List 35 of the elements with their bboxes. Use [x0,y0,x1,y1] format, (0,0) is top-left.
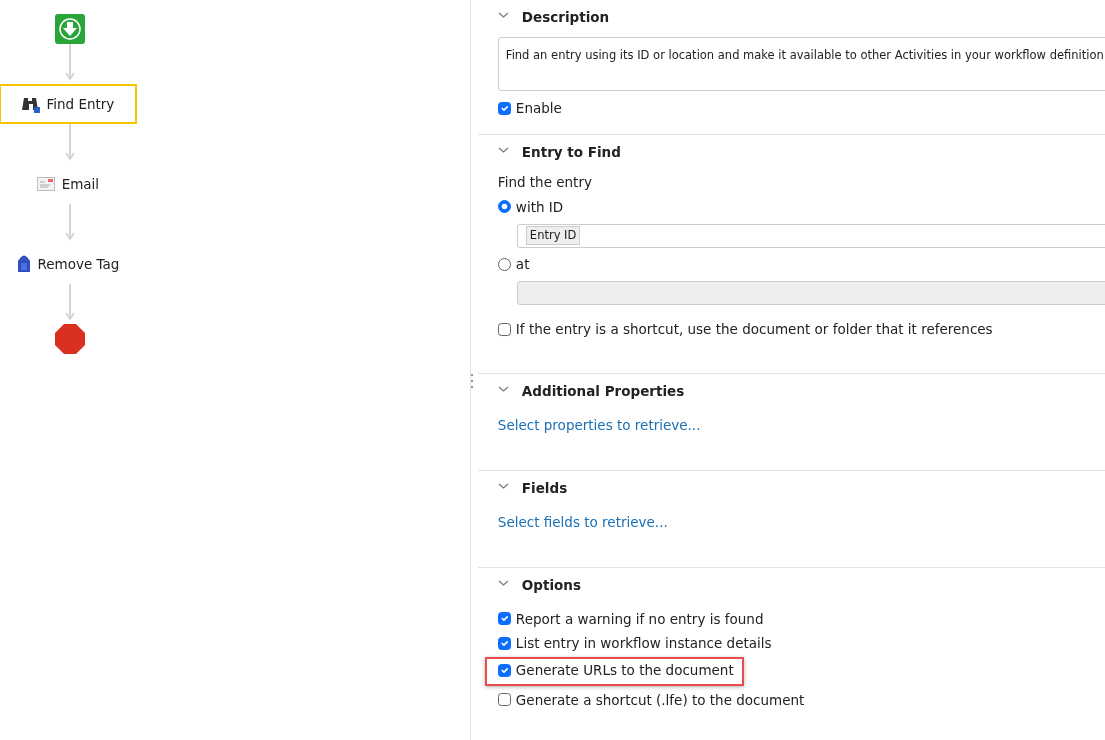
link[interactable]: Select fields to retrieve... [497,511,668,532]
option-label: at [515,255,530,275]
input-field[interactable]: Entry ID [516,223,1105,248]
radio-button[interactable] [497,200,511,214]
stop-icon[interactable] [55,324,85,354]
section-title: Description [521,7,610,27]
option-label: Generate a shortcut (.lfe) to the document [515,690,805,710]
field-label: Find the entry [497,173,593,193]
checkbox[interactable] [497,612,511,626]
checkbox[interactable] [497,693,511,707]
binoculars-icon [21,95,40,113]
workflow-activity[interactable]: Find Entry [0,84,137,124]
option-label: Generate URLs to the document [515,661,734,681]
checkbox[interactable] [497,636,511,650]
section-title: Additional Properties [521,381,685,401]
start-icon[interactable] [55,14,85,44]
link[interactable]: Select properties to retrieve... [497,414,701,435]
option-label: Enable [515,99,562,119]
checkbox[interactable] [497,322,511,336]
section-title: Entry to Find [521,142,621,162]
checkbox[interactable] [497,101,511,115]
section-title: Options [521,575,581,595]
tag-icon [16,255,31,273]
description-field[interactable]: Find an entry using its ID or location and make it available to other Activities in your workflow definition. [497,37,1105,92]
checkbox[interactable] [497,663,511,677]
envelope-icon [36,177,55,191]
workflow-activity[interactable]: Remove Tag [0,244,137,284]
section-title: Fields [521,478,568,498]
option-label: List entry in workflow instance details [515,634,772,653]
option-label: with ID [515,197,564,217]
option-label: If the entry is a shortcut, use the document or folder that it references [515,319,993,339]
option-label: Report a warning if no entry is found [515,609,764,629]
workflow-activity[interactable]: Email [0,164,137,204]
radio-button[interactable] [497,258,511,271]
resize-handle[interactable] [470,373,475,389]
